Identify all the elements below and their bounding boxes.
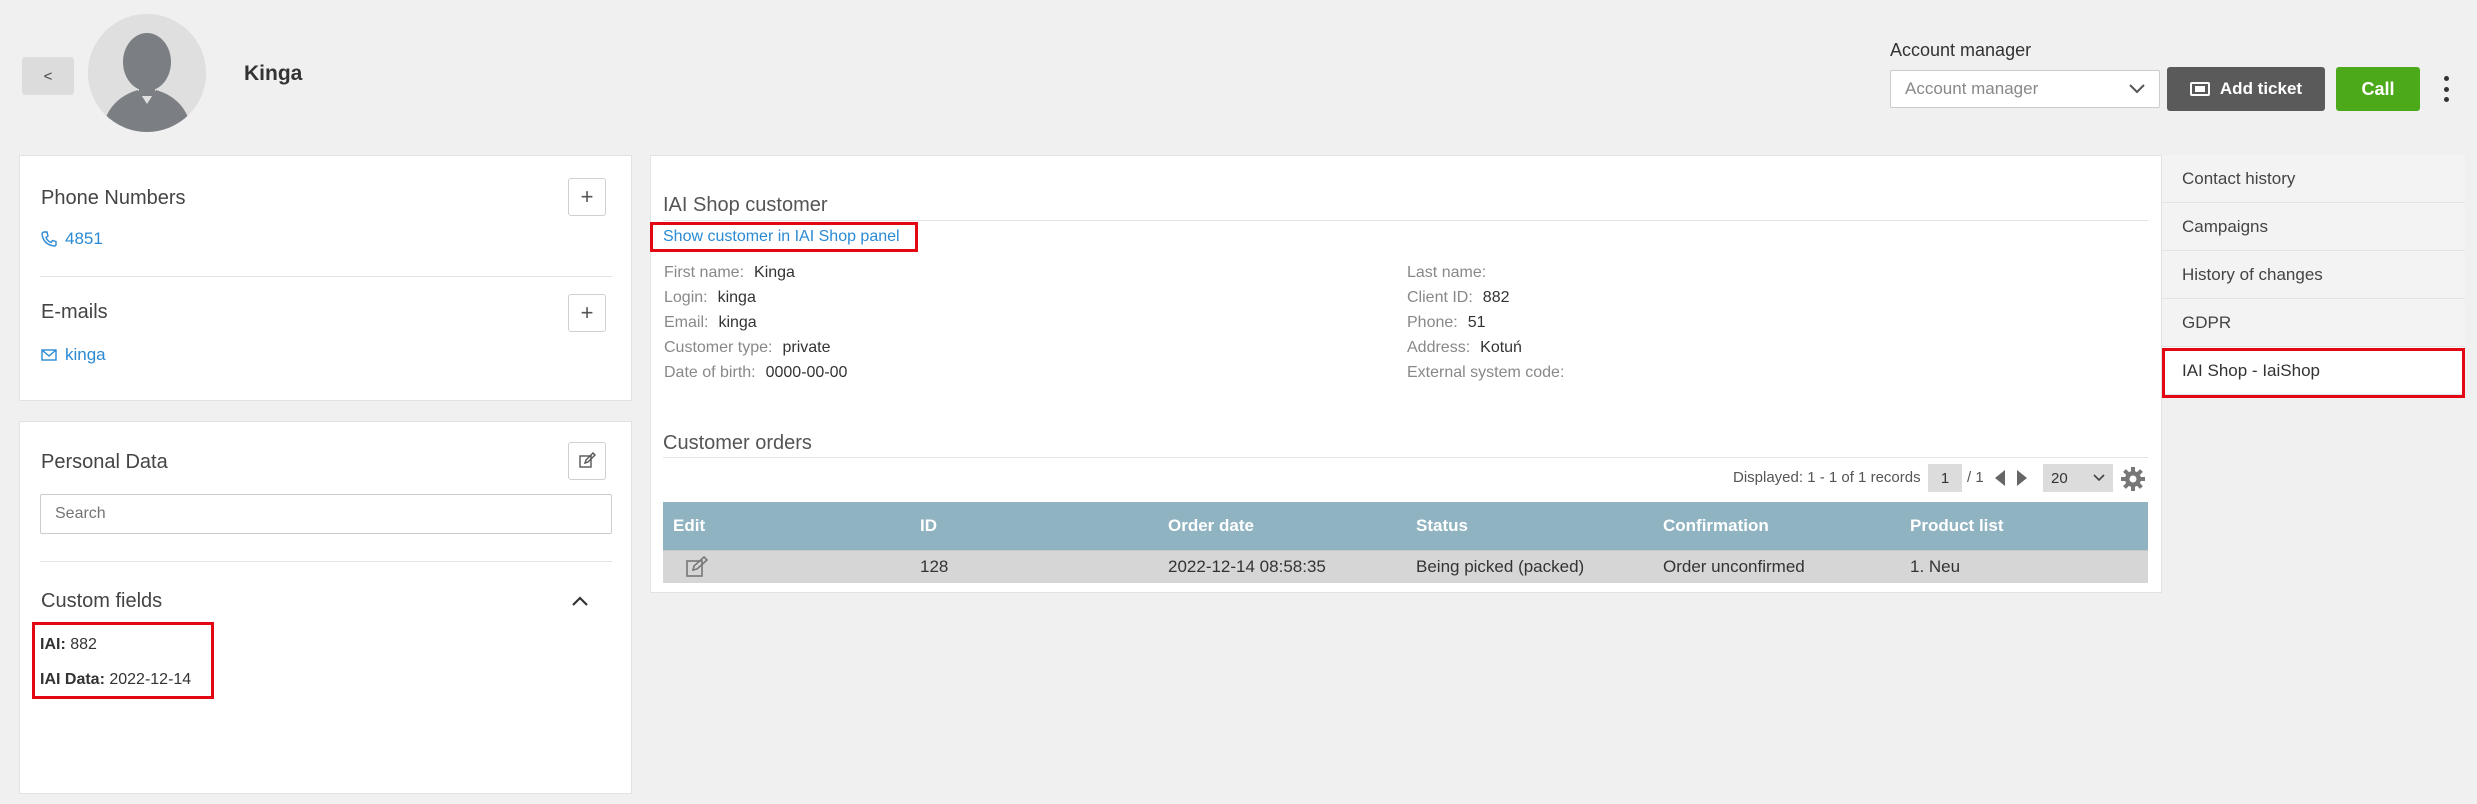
- custom-fields-title: Custom fields: [41, 590, 163, 612]
- ticket-icon: [2189, 82, 2210, 96]
- info-external-code: External system code:: [1407, 364, 1565, 381]
- phone-link[interactable]: 4851: [41, 229, 103, 249]
- info-last-name: Last name:: [1407, 264, 1487, 281]
- iai-shop-highlight: [2162, 348, 2465, 398]
- orders-table: Edit ID Order date Status Confirmation P…: [663, 502, 2148, 583]
- account-manager-label: Account manager: [1890, 40, 2032, 60]
- info-email: Email: kinga: [664, 314, 757, 331]
- page-input[interactable]: 1: [1928, 464, 1962, 492]
- table-header-row: Edit ID Order date Status Confirmation P…: [663, 502, 2148, 550]
- info-client-id: Client ID: 882: [1407, 289, 1510, 306]
- email-value: kinga: [65, 345, 106, 364]
- phone-value: 4851: [65, 229, 103, 248]
- edit-cell[interactable]: [663, 549, 910, 583]
- order-confirmation: Order unconfirmed: [1653, 549, 1900, 583]
- info-address: Address: Kotuń: [1407, 339, 1522, 356]
- emails-title: E-mails: [41, 301, 108, 323]
- add-ticket-button[interactable]: Add ticket: [2167, 67, 2325, 111]
- edit-icon[interactable]: [685, 555, 709, 578]
- divider: [40, 276, 612, 277]
- divider: [663, 220, 2148, 221]
- add-email-button[interactable]: +: [568, 294, 606, 332]
- info-phone: Phone: 51: [1407, 314, 1486, 331]
- personal-data-panel: Personal Data Custom fields: [19, 421, 632, 794]
- more-options-icon[interactable]: [2440, 76, 2452, 102]
- per-page-select[interactable]: 20: [2043, 464, 2113, 492]
- info-login: Login: kinga: [664, 289, 756, 306]
- prev-page-icon[interactable]: [1994, 469, 2006, 487]
- custom-field-iai-data: IAI Data: 2022-12-14: [40, 671, 191, 689]
- info-date-of-birth: Date of birth: 0000-00-00: [664, 364, 848, 381]
- show-customer-link[interactable]: Show customer in IAI Shop panel: [663, 228, 900, 246]
- column-header[interactable]: Order date: [1158, 502, 1406, 550]
- info-customer-type: Customer type: private: [664, 339, 831, 356]
- call-button[interactable]: Call: [2336, 67, 2420, 111]
- phone-numbers-title: Phone Numbers: [41, 187, 186, 209]
- divider: [663, 457, 2148, 458]
- column-header[interactable]: Status: [1406, 502, 1653, 550]
- envelope-icon: [41, 349, 57, 361]
- personal-data-search-input[interactable]: [40, 494, 612, 534]
- records-count: Displayed: 1 - 1 of 1 records: [1733, 469, 1921, 486]
- custom-field-label: IAI Data:: [40, 671, 105, 688]
- per-page-value: 20: [2051, 469, 2068, 487]
- column-header[interactable]: Product list: [1900, 502, 2148, 550]
- avatar: [88, 14, 206, 132]
- chevron-down-icon: [2093, 474, 2105, 482]
- account-manager-placeholder: Account manager: [1905, 79, 2039, 98]
- personal-data-title: Personal Data: [41, 451, 168, 473]
- custom-field-value: 2022-12-14: [109, 671, 192, 688]
- order-status: Being picked (packed): [1406, 549, 1653, 583]
- side-item-history-of-changes[interactable]: History of changes: [2162, 251, 2465, 299]
- chevron-down-icon: [2129, 84, 2145, 94]
- total-pages: / 1: [1967, 469, 1984, 486]
- custom-field-iai: IAI: 882: [40, 636, 97, 654]
- column-header[interactable]: Confirmation: [1653, 502, 1900, 550]
- edit-icon: [579, 452, 596, 468]
- next-page-icon[interactable]: [2016, 469, 2028, 487]
- phone-icon: [41, 231, 57, 247]
- side-item-gdpr[interactable]: GDPR: [2162, 299, 2465, 347]
- add-ticket-label: Add ticket: [2219, 79, 2303, 98]
- contact-panel: Phone Numbers + 4851 E-mails + kinga: [19, 155, 632, 401]
- iai-shop-customer-title: IAI Shop customer: [663, 194, 828, 216]
- email-link[interactable]: kinga: [41, 345, 106, 365]
- customer-orders-title: Customer orders: [663, 432, 812, 454]
- info-first-name: First name: Kinga: [664, 264, 795, 281]
- order-id: 128: [910, 549, 1158, 583]
- divider: [40, 561, 612, 562]
- order-date: 2022-12-14 08:58:35: [1158, 549, 1406, 583]
- chevron-up-icon[interactable]: [572, 596, 588, 606]
- user-silhouette-icon: [88, 14, 206, 132]
- table-row[interactable]: 128 2022-12-14 08:58:35 Being picked (pa…: [663, 549, 2148, 583]
- side-item-campaigns[interactable]: Campaigns: [2162, 203, 2465, 251]
- account-manager-select[interactable]: Account manager: [1890, 70, 2160, 108]
- order-products: 1. Neu: [1900, 549, 2148, 583]
- column-header[interactable]: Edit: [663, 502, 910, 550]
- settings-gear-icon[interactable]: [2121, 467, 2145, 491]
- back-button[interactable]: <: [22, 57, 74, 95]
- add-phone-button[interactable]: +: [568, 178, 606, 216]
- column-header[interactable]: ID: [910, 502, 1158, 550]
- custom-field-value: 882: [70, 636, 97, 653]
- edit-personal-data-button[interactable]: [568, 442, 606, 480]
- custom-field-label: IAI:: [40, 636, 66, 653]
- side-item-contact-history[interactable]: Contact history: [2162, 155, 2465, 203]
- customer-name: Kinga: [244, 62, 303, 85]
